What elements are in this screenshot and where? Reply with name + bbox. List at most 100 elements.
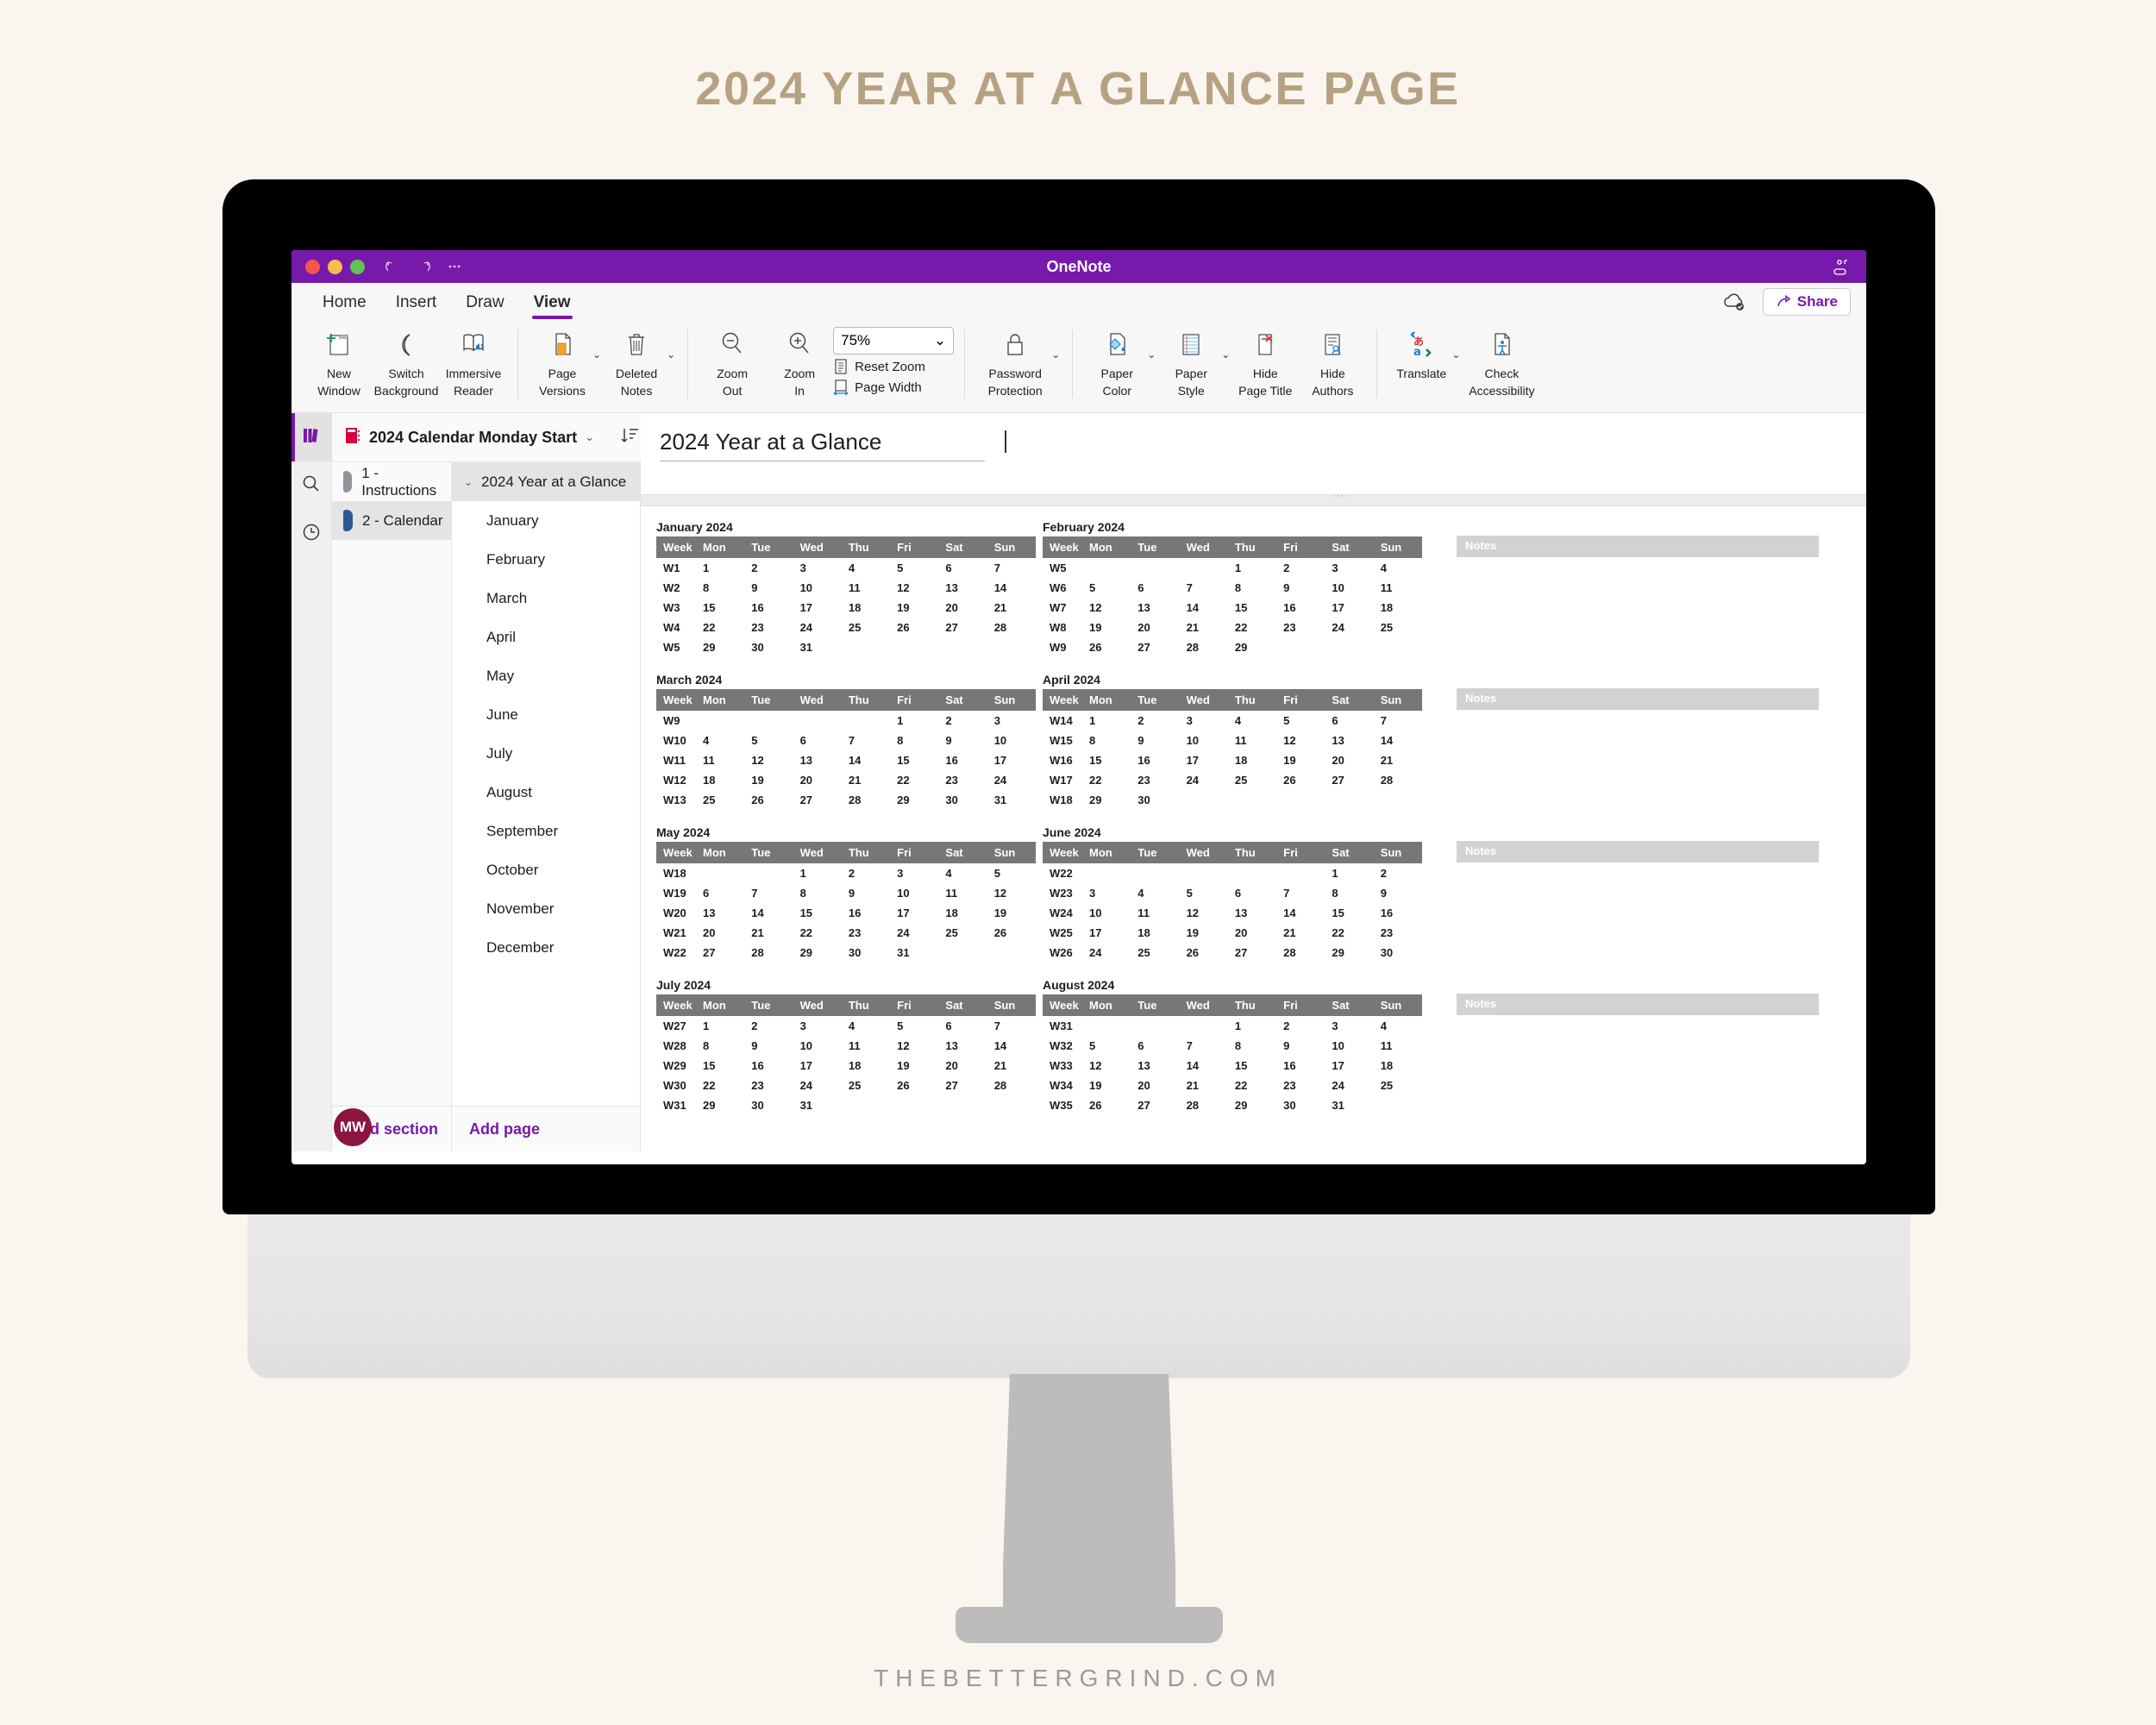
calendar-day-cell[interactable]: 13 xyxy=(1131,1056,1179,1076)
calendar-day-cell[interactable]: W35 xyxy=(1043,1095,1082,1115)
calendar-day-cell[interactable] xyxy=(1325,637,1373,657)
calendar-day-cell[interactable] xyxy=(987,1095,1036,1115)
calendar-day-cell[interactable] xyxy=(842,1095,890,1115)
calendar-day-cell[interactable]: W1 xyxy=(656,558,696,578)
calendar-day-cell[interactable]: 27 xyxy=(696,943,744,963)
page-item-december[interactable]: December xyxy=(452,928,640,967)
calendar-day-cell[interactable]: 21 xyxy=(1180,1076,1228,1095)
calendar-day-cell[interactable]: W21 xyxy=(656,923,696,943)
calendar-day-cell[interactable]: 8 xyxy=(1082,731,1131,750)
calendar-day-cell[interactable]: 7 xyxy=(744,883,793,903)
rail-item-search[interactable] xyxy=(291,461,331,510)
calendar-day-cell[interactable]: 22 xyxy=(890,770,938,790)
calendar-day-cell[interactable]: 22 xyxy=(1228,618,1276,637)
calendar-day-cell[interactable]: 14 xyxy=(987,1036,1036,1056)
calendar-day-cell[interactable]: 17 xyxy=(1180,750,1228,770)
calendar-week-row[interactable]: W13 25 26 27 28 29 30 31 xyxy=(656,790,1036,810)
calendar-day-cell[interactable]: 10 xyxy=(987,731,1036,750)
notes-block[interactable]: Notes xyxy=(1457,825,1819,963)
close-window-button[interactable] xyxy=(305,259,320,274)
calendar-day-cell[interactable]: W30 xyxy=(656,1076,696,1095)
calendar-day-cell[interactable]: 31 xyxy=(987,790,1036,810)
calendar-week-row[interactable]: W34 19 20 21 22 23 24 25 xyxy=(1043,1076,1422,1095)
calendar-day-cell[interactable]: 15 xyxy=(1228,1056,1276,1076)
paper-style-button[interactable]: Paper Style xyxy=(1157,324,1225,398)
calendar-day-cell[interactable]: 6 xyxy=(938,1016,987,1036)
calendar-day-cell[interactable]: 24 xyxy=(793,1076,842,1095)
calendar-day-cell[interactable]: 27 xyxy=(1228,943,1276,963)
calendar-week-row[interactable]: W12 18 19 20 21 22 23 24 xyxy=(656,770,1036,790)
calendar-week-row[interactable]: W28 8 9 10 11 12 13 14 xyxy=(656,1036,1036,1056)
calendar-week-row[interactable]: W35 26 27 28 29 30 31 xyxy=(1043,1095,1422,1115)
calendar-day-cell[interactable]: 16 xyxy=(842,903,890,923)
calendar-day-cell[interactable]: W7 xyxy=(1043,598,1082,618)
calendar-day-cell[interactable]: W32 xyxy=(1043,1036,1082,1056)
calendar-week-row[interactable]: W15 8 9 10 11 12 13 14 xyxy=(1043,731,1422,750)
calendar-day-cell[interactable]: 6 xyxy=(1325,711,1373,731)
calendar-day-cell[interactable]: 21 xyxy=(1374,750,1422,770)
hide-page-title-button[interactable]: Hide Page Title xyxy=(1232,324,1299,398)
calendar-day-cell[interactable]: 11 xyxy=(938,883,987,903)
calendar-day-cell[interactable]: 12 xyxy=(1276,731,1325,750)
calendar-day-cell[interactable]: 21 xyxy=(1180,618,1228,637)
password-protection-chevron-down-icon[interactable]: ⌄ xyxy=(1051,348,1060,361)
calendar-day-cell[interactable] xyxy=(1082,1016,1131,1036)
calendar-day-cell[interactable]: 10 xyxy=(1325,578,1373,598)
calendar-day-cell[interactable]: 31 xyxy=(890,943,938,963)
calendar-day-cell[interactable] xyxy=(1180,1016,1228,1036)
translate-button[interactable]: あ a Translate xyxy=(1388,324,1455,381)
redo-icon[interactable] xyxy=(415,258,432,275)
calendar-day-cell[interactable]: 11 xyxy=(696,750,744,770)
calendar-day-cell[interactable]: 6 xyxy=(938,558,987,578)
page-title-area[interactable]: 2024 Year at a Glance xyxy=(641,413,1866,494)
page-versions-chevron-down-icon[interactable]: ⌄ xyxy=(592,348,601,361)
page-width-button[interactable]: Page Width xyxy=(833,379,954,396)
calendar-day-cell[interactable]: 9 xyxy=(842,883,890,903)
calendar-day-cell[interactable]: 15 xyxy=(1325,903,1373,923)
calendar-day-cell[interactable]: 10 xyxy=(793,578,842,598)
calendar-day-cell[interactable]: 2 xyxy=(1131,711,1179,731)
page-item-october[interactable]: October xyxy=(452,850,640,889)
calendar-day-cell[interactable]: 2 xyxy=(744,1016,793,1036)
switch-background-button[interactable]: Switch Background xyxy=(373,324,440,398)
calendar-day-cell[interactable]: 12 xyxy=(744,750,793,770)
calendar-day-cell[interactable]: 5 xyxy=(1082,1036,1131,1056)
calendar-day-cell[interactable]: 8 xyxy=(1228,578,1276,598)
calendar-day-cell[interactable]: 14 xyxy=(1180,1056,1228,1076)
calendar-day-cell[interactable]: W3 xyxy=(656,598,696,618)
deleted-notes-button[interactable]: Deleted Notes xyxy=(603,324,670,398)
calendar-day-cell[interactable]: 30 xyxy=(744,1095,793,1115)
calendar-day-cell[interactable]: 18 xyxy=(842,1056,890,1076)
calendar-day-cell[interactable]: 8 xyxy=(1325,883,1373,903)
calendar-day-cell[interactable]: 24 xyxy=(1082,943,1131,963)
calendar-day-cell[interactable]: 7 xyxy=(842,731,890,750)
calendar-day-cell[interactable]: 24 xyxy=(1325,1076,1373,1095)
calendar-week-row[interactable]: W5 1 2 3 4 xyxy=(1043,558,1422,578)
calendar-week-row[interactable]: W26 24 25 26 27 28 29 30 xyxy=(1043,943,1422,963)
calendar-day-cell[interactable]: 5 xyxy=(1180,883,1228,903)
calendar-day-cell[interactable] xyxy=(1082,863,1131,883)
calendar-day-cell[interactable]: 21 xyxy=(842,770,890,790)
notes-block[interactable]: Notes xyxy=(1457,520,1819,657)
calendar-day-cell[interactable]: 19 xyxy=(1180,923,1228,943)
calendar-day-cell[interactable]: 12 xyxy=(1082,598,1131,618)
calendar-week-row[interactable]: W22 1 2 xyxy=(1043,863,1422,883)
calendar-day-cell[interactable]: 25 xyxy=(1228,770,1276,790)
calendar-week-row[interactable]: W24 10 11 12 13 14 15 16 xyxy=(1043,903,1422,923)
calendar-day-cell[interactable]: 12 xyxy=(987,883,1036,903)
calendar-day-cell[interactable]: 23 xyxy=(1276,618,1325,637)
calendar-month-block[interactable]: February 2024 Week Mon Tue Wed Thu Fri Sat Sun W5… xyxy=(1043,520,1429,657)
calendar-day-cell[interactable]: 29 xyxy=(793,943,842,963)
add-page-button[interactable]: Add page xyxy=(452,1106,640,1151)
calendar-week-row[interactable]: W18 1 2 3 4 5 xyxy=(656,863,1036,883)
calendar-day-cell[interactable]: 16 xyxy=(1276,598,1325,618)
calendar-day-cell[interactable]: 26 xyxy=(1082,1095,1131,1115)
calendar-day-cell[interactable]: 3 xyxy=(987,711,1036,731)
calendar-day-cell[interactable]: 30 xyxy=(938,790,987,810)
calendar-month-block[interactable]: August 2024 Week Mon Tue Wed Thu Fri Sat Sun W31 1… xyxy=(1043,978,1429,1115)
new-window-button[interactable]: New Window xyxy=(305,324,373,398)
calendar-day-cell[interactable]: 26 xyxy=(1180,943,1228,963)
calendar-week-row[interactable]: W22 27 28 29 30 31 xyxy=(656,943,1036,963)
section-item-calendar[interactable]: 2 - Calendar xyxy=(332,501,451,540)
calendar-day-cell[interactable]: W14 xyxy=(1043,711,1082,731)
